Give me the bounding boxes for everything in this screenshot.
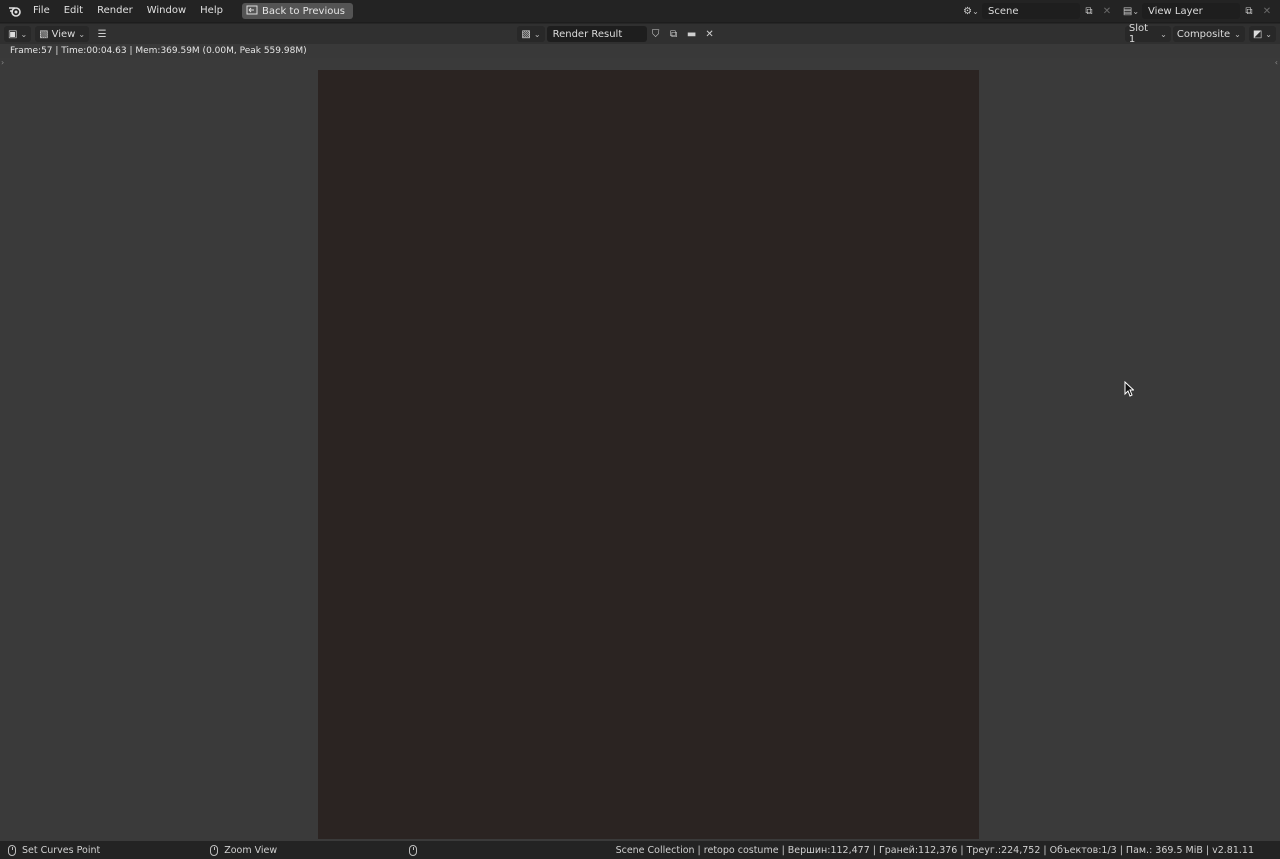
scene-name-field[interactable]: Scene [982, 3, 1080, 19]
shield-icon[interactable]: ⛉ [647, 26, 665, 42]
close-icon[interactable]: ✕ [1098, 3, 1116, 19]
editor-type-icon: ▣ [8, 28, 18, 40]
menu-window[interactable]: Window [140, 2, 193, 20]
pass-label: Composite [1176, 28, 1231, 40]
chevron-down-icon: ⌄ [1132, 6, 1140, 16]
status-left-label: Set Curves Point [22, 844, 101, 856]
chevron-down-icon: ⌄ [1265, 29, 1272, 39]
view-dropdown[interactable]: ▧ View ⌄ [35, 26, 90, 42]
scene-statistics: Scene Collection | retopo costume | Верш… [615, 844, 1254, 856]
copy-icon[interactable]: ⧉ [1240, 3, 1258, 19]
close-icon[interactable]: ✕ [1258, 3, 1276, 19]
status-middle-action: Zoom View [210, 844, 278, 856]
copy-icon[interactable]: ⧉ [1080, 3, 1098, 19]
display-icon: ◩ [1252, 28, 1263, 40]
chevron-down-icon: ⌄ [1234, 29, 1241, 39]
chevron-down-icon: ⌄ [20, 29, 28, 39]
scene-name: Scene [988, 5, 1019, 17]
chevron-down-icon: ⌄ [1160, 29, 1167, 39]
status-right-action [409, 844, 418, 856]
scene-selector[interactable]: ⚙ ⌄ [962, 3, 980, 19]
blender-logo-icon[interactable] [4, 2, 26, 20]
view-menu-label: View [51, 28, 76, 40]
editor-type-dropdown[interactable]: ▣ ⌄ [4, 26, 32, 42]
image-canvas[interactable]: › ‹ [0, 58, 1280, 841]
scene-icon: ⚙ [963, 5, 973, 17]
back-to-previous-label: Back to Previous [261, 5, 345, 17]
chevron-down-icon: ⌄ [533, 29, 541, 39]
image-icon: ▧ [521, 28, 531, 40]
render-info-text: Frame:57 | Time:00:04.63 | Mem:369.59M (… [10, 46, 307, 56]
render-result-image [318, 70, 979, 839]
chevron-down-icon: ⌄ [972, 6, 979, 16]
menu-file[interactable]: File [26, 2, 57, 20]
display-channels-dropdown[interactable]: ◩ ⌄ [1248, 26, 1276, 42]
slot-label: Slot 1 [1128, 23, 1149, 45]
image-browse-dropdown[interactable]: ▧ ⌄ [517, 26, 545, 42]
region-toggle-right-icon[interactable]: ‹ [1275, 58, 1278, 67]
status-bar: Set Curves Point Zoom View Scene Collect… [0, 841, 1280, 859]
image-name: Render Result [552, 28, 623, 40]
view-layer-name: View Layer [1148, 5, 1203, 17]
close-icon[interactable]: ✕ [701, 26, 719, 42]
slot-dropdown[interactable]: Slot 1 ⌄ [1124, 23, 1171, 45]
view-layer-selector[interactable]: ▤ ⌄ [1122, 3, 1140, 19]
menu-help[interactable]: Help [193, 2, 230, 20]
image-editor-header: ▣ ⌄ ▧ View ⌄ ☰ ▧ ⌄ Render Result ⛉ ⧉ ▬ ✕ S… [0, 23, 1280, 45]
view-layer-field[interactable]: View Layer [1142, 3, 1240, 19]
image-icon: ▧ [39, 28, 49, 40]
render-info-line: Frame:57 | Time:00:04.63 | Mem:369.59M (… [0, 44, 1280, 58]
menu-render[interactable]: Render [90, 2, 140, 20]
hamburger-icon[interactable]: ☰ [93, 26, 111, 42]
mouse-icon [8, 844, 16, 856]
cursor-icon [1124, 380, 1135, 400]
status-middle-label: Zoom View [224, 844, 278, 856]
status-left-action: Set Curves Point [8, 844, 101, 856]
region-toggle-left-icon[interactable]: › [1, 58, 4, 67]
mouse-icon [210, 844, 219, 856]
back-icon [246, 5, 258, 18]
chevron-down-icon: ⌄ [78, 29, 86, 39]
image-name-field[interactable]: Render Result [546, 26, 647, 42]
top-bar: File Edit Render Window Help Back to Pre… [0, 0, 1280, 22]
copy-icon[interactable]: ⧉ [665, 26, 683, 42]
menu-edit[interactable]: Edit [57, 2, 90, 20]
back-to-previous-button[interactable]: Back to Previous [241, 3, 353, 19]
pass-dropdown[interactable]: Composite ⌄ [1172, 26, 1245, 42]
view-layer-icon: ▤ [1122, 5, 1133, 17]
mouse-icon [409, 844, 418, 856]
folder-icon[interactable]: ▬ [683, 26, 701, 42]
